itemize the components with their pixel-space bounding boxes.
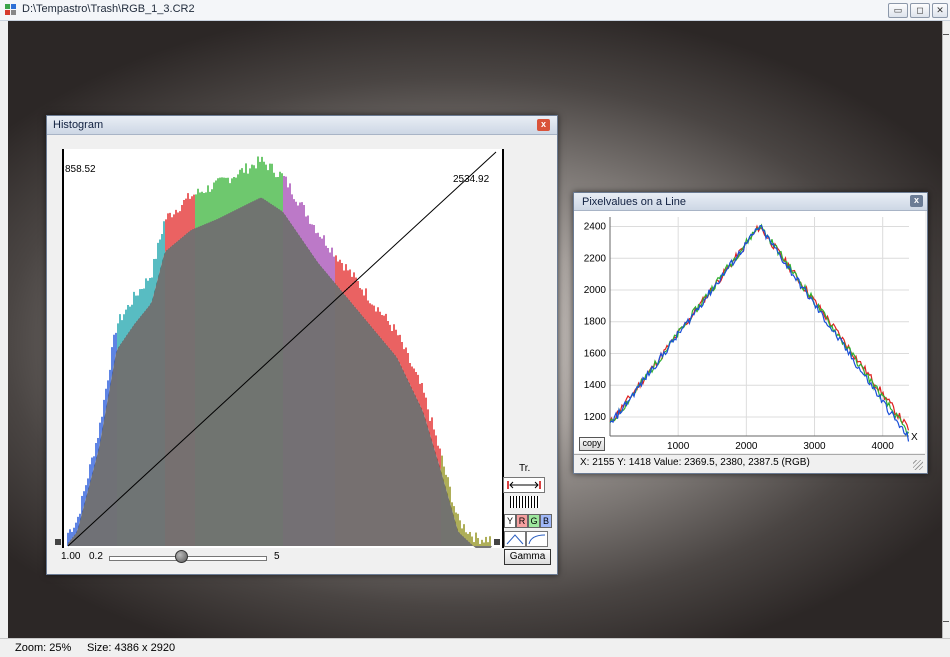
- black-point-value: 1.00: [61, 551, 81, 562]
- x-tick-label: 3000: [803, 441, 826, 452]
- pixel-line-series: [609, 224, 910, 431]
- histogram-luminance-area: [68, 197, 492, 548]
- pixel-line-status: X: 2155 Y: 1418 Value: 2369.5, 2380, 238…: [574, 454, 925, 472]
- size-status: Size: 4386 x 2920: [87, 642, 176, 654]
- histogram-plot[interactable]: [62, 149, 504, 548]
- status-bar: Zoom: 25% Size: 4386 x 2920: [0, 638, 950, 657]
- y-tick-label: 1200: [584, 412, 607, 423]
- y-tick-label: 1800: [584, 317, 607, 328]
- scroll-top-marker: [943, 34, 949, 35]
- pixel-line-window[interactable]: Pixelvalues on a Line x 1000 2000 3000 4000…: [573, 192, 928, 474]
- transfer-label: Tr.: [519, 463, 531, 474]
- gamma-button[interactable]: Gamma: [504, 549, 551, 565]
- y-tick-label: 1600: [584, 348, 607, 359]
- pixel-line-close-button[interactable]: x: [910, 195, 923, 207]
- pixel-line-series: [609, 223, 910, 437]
- histogram-min-level: 858.52: [65, 164, 96, 175]
- gamma-slider-track[interactable]: [109, 556, 267, 561]
- histogram-title: Histogram: [53, 119, 104, 131]
- x-tick-label: 1000: [667, 441, 690, 452]
- app-icon: [5, 4, 16, 15]
- x-tick-label: 2000: [735, 441, 758, 452]
- y-tick-label: 2400: [584, 222, 607, 233]
- resize-grip[interactable]: [913, 460, 923, 470]
- gamma-min-label: 0.2: [89, 551, 103, 562]
- channel-y-button[interactable]: Y: [504, 514, 516, 528]
- x-tick-label: 4000: [872, 441, 895, 452]
- log-curve-button[interactable]: [526, 531, 548, 547]
- y-tick-label: 2200: [584, 253, 607, 264]
- pixel-line-titlebar[interactable]: Pixelvalues on a Line x: [574, 193, 927, 211]
- scroll-bottom-marker: [943, 621, 949, 622]
- pixel-line-plot[interactable]: 1000 2000 3000 4000 1200 1400 1600 1800 2000 2200…: [574, 211, 925, 453]
- vertical-scrollbar[interactable]: [942, 21, 950, 638]
- stretch-arrows-icon: [507, 481, 541, 489]
- gamma-max-label: 5: [274, 551, 280, 562]
- histogram-max-level: 2534.92: [453, 174, 490, 185]
- log-curve-icon: [528, 534, 546, 545]
- y-tick-label: 2000: [584, 285, 607, 296]
- maximize-button[interactable]: ◻: [910, 3, 930, 18]
- y-tick-label: 1400: [584, 380, 607, 391]
- linear-curve-icon: [506, 534, 524, 545]
- black-point-handle[interactable]: [55, 539, 61, 545]
- histogram-titlebar[interactable]: Histogram x: [47, 116, 557, 135]
- pixel-line-status-text: X: 2155 Y: 1418 Value: 2369.5, 2380, 238…: [580, 457, 810, 468]
- main-titlebar: D:\Tempastro\Trash\RGB_1_3.CR2 ▭ ◻ ✕: [0, 0, 950, 21]
- channel-g-button[interactable]: G: [528, 514, 540, 528]
- copy-button[interactable]: copy: [579, 437, 605, 451]
- linear-curve-button[interactable]: [504, 531, 526, 547]
- gamma-slider-thumb[interactable]: [174, 550, 188, 563]
- x-axis-label: X: [911, 432, 918, 443]
- histogram-window[interactable]: Histogram x 858.52 2534.92 1.00 0.2 5 Tr…: [46, 115, 558, 575]
- histogram-graph: [67, 151, 497, 548]
- pixel-line-chart: 1000 2000 3000 4000 1200 1400 1600 1800 2000 2200…: [584, 217, 918, 452]
- stretch-range-button[interactable]: [503, 477, 545, 493]
- histogram-close-button[interactable]: x: [537, 119, 550, 131]
- minimize-button[interactable]: ▭: [888, 3, 908, 18]
- zoom-status: Zoom: 25%: [15, 642, 72, 654]
- channel-b-button[interactable]: B: [540, 514, 552, 528]
- pixel-line-title: Pixelvalues on a Line: [582, 196, 686, 208]
- barcode-icon[interactable]: [510, 496, 540, 508]
- window-title: D:\Tempastro\Trash\RGB_1_3.CR2: [22, 3, 195, 15]
- close-button[interactable]: ✕: [932, 3, 948, 18]
- channel-r-button[interactable]: R: [516, 514, 528, 528]
- white-point-handle[interactable]: [494, 539, 500, 545]
